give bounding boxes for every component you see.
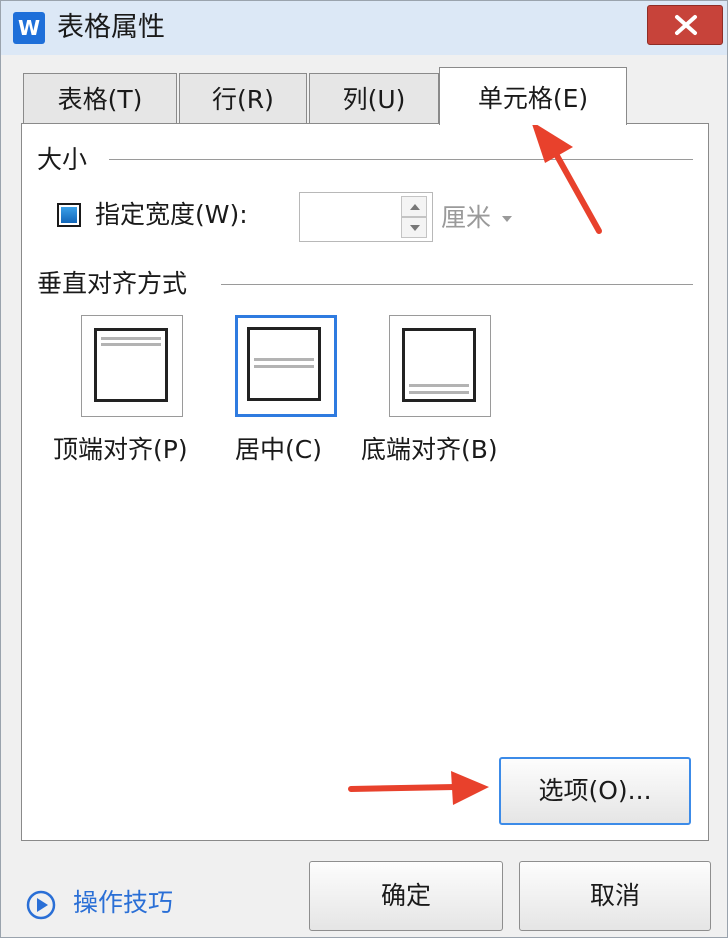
spin-down-icon <box>410 225 420 231</box>
align-center-label[interactable]: 居中(C) <box>235 433 322 467</box>
align-top-button[interactable] <box>81 315 183 417</box>
play-circle-icon[interactable] <box>25 889 57 921</box>
cancel-button[interactable]: 取消 <box>519 861 711 931</box>
preferred-width-checkbox[interactable] <box>57 203 81 227</box>
align-bottom-button[interactable] <box>389 315 491 417</box>
vertical-alignment-group-label: 垂直对齐方式 <box>37 269 194 299</box>
align-center-button[interactable] <box>235 315 337 417</box>
align-top-label[interactable]: 顶端对齐(P) <box>53 433 188 467</box>
close-button[interactable] <box>647 5 723 45</box>
spin-up-icon <box>410 204 420 210</box>
width-spin-up[interactable] <box>401 196 427 217</box>
align-top-icon <box>94 328 168 402</box>
title-bar: W 表格属性 <box>1 1 727 55</box>
checkbox-checked-indicator <box>61 207 77 223</box>
dialog-title: 表格属性 <box>57 12 165 43</box>
size-group-label: 大小 <box>37 145 94 175</box>
table-properties-dialog: W 表格属性 表格(T) 行(R) 列(U) 单元格(E) 大小 指定宽度(W)… <box>0 0 728 938</box>
tab-row[interactable]: 行(R) <box>179 73 307 123</box>
align-bottom-label[interactable]: 底端对齐(B) <box>361 433 498 467</box>
ok-button[interactable]: 确定 <box>309 861 503 931</box>
annotation-arrow-icon <box>531 121 602 234</box>
width-spin-down[interactable] <box>401 217 427 238</box>
align-center-icon <box>247 327 321 401</box>
tab-table[interactable]: 表格(T) <box>23 73 177 123</box>
close-icon <box>675 15 697 35</box>
options-button[interactable]: 选项(O)... <box>499 757 691 825</box>
chevron-down-icon[interactable] <box>501 215 513 223</box>
tab-cell[interactable]: 单元格(E) <box>439 67 627 125</box>
unit-dropdown[interactable]: 厘米 <box>441 201 491 235</box>
tab-column[interactable]: 列(U) <box>309 73 439 123</box>
wps-writer-icon: W <box>13 12 45 44</box>
preferred-width-label[interactable]: 指定宽度(W): <box>95 198 248 232</box>
tips-link[interactable]: 操作技巧 <box>73 886 173 920</box>
group-divider <box>221 284 693 285</box>
align-bottom-icon <box>402 328 476 402</box>
annotation-arrow-icon <box>348 771 489 805</box>
